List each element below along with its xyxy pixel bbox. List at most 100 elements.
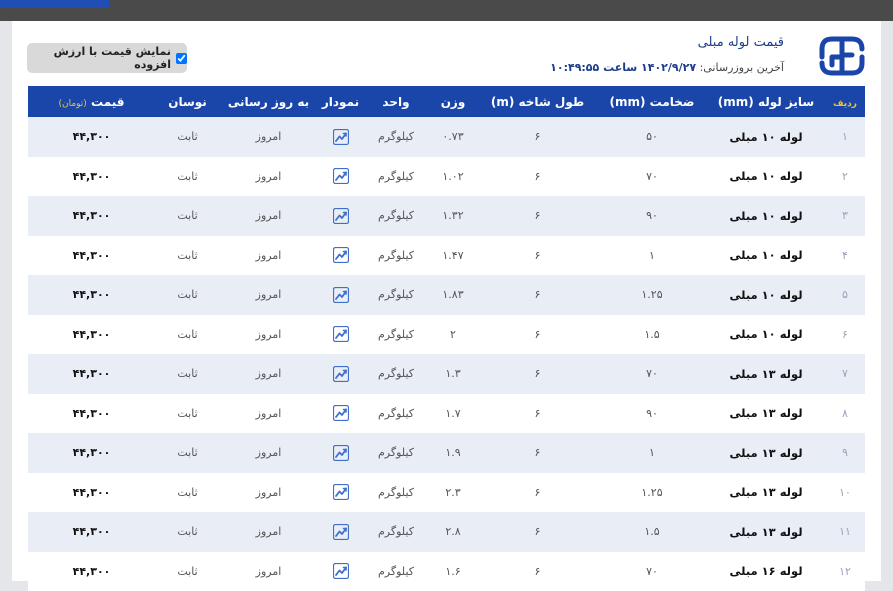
branch-length: ۶ (478, 552, 597, 591)
table-row: ۴لوله ۱۰ مبلی۱۶۱.۴۷کیلوگرمامروزثابت۴۴,۳۰… (28, 236, 865, 276)
header-price-unit: (تومان) (58, 99, 86, 109)
fluctuation: ثابت (155, 236, 220, 276)
branch-length: ۶ (478, 196, 597, 236)
row-number: ۹ (825, 433, 865, 473)
chart-cell[interactable] (317, 196, 364, 236)
chart-icon (333, 366, 349, 382)
weight: ۲.۸ (428, 512, 478, 552)
branch-length: ۶ (478, 157, 597, 197)
thickness: ۱ (597, 236, 707, 276)
table-row: ۹لوله ۱۳ مبلی۱۶۱.۹کیلوگرمامروزثابت۴۴,۳۰۰ (28, 433, 865, 473)
header-thickness: ضخامت (mm) (597, 86, 707, 117)
weight: ۱.۳ (428, 354, 478, 394)
weight: ۲ (428, 315, 478, 355)
price: ۴۴,۳۰۰ (28, 473, 155, 513)
chart-cell[interactable] (317, 473, 364, 513)
vat-toggle[interactable]: نمایش قیمت با ارزش افزوده (27, 43, 187, 73)
updated: امروز (220, 275, 317, 315)
header-price: قیمت (تومان) (28, 86, 155, 117)
top-nav-button[interactable] (0, 0, 109, 7)
updated: امروز (220, 552, 317, 591)
table-row: ۷لوله ۱۳ مبلی۷۰۶۱.۳کیلوگرمامروزثابت۴۴,۳۰… (28, 354, 865, 394)
price: ۴۴,۳۰۰ (28, 315, 155, 355)
unit: کیلوگرم (364, 315, 428, 355)
branch-length: ۶ (478, 236, 597, 276)
chart-cell[interactable] (317, 394, 364, 434)
pipe-size: لوله ۱۰ مبلی (707, 196, 825, 236)
branch-length: ۶ (478, 512, 597, 552)
row-number: ۳ (825, 196, 865, 236)
row-number: ۱۲ (825, 552, 865, 591)
weight: ۱.۴۷ (428, 236, 478, 276)
branch-length: ۶ (478, 117, 597, 157)
header-price-label: قیمت (91, 95, 125, 109)
updated: امروز (220, 394, 317, 434)
chart-cell[interactable] (317, 275, 364, 315)
chart-cell[interactable] (317, 315, 364, 355)
row-number: ۵ (825, 275, 865, 315)
pipe-size: لوله ۱۰ مبلی (707, 117, 825, 157)
fluctuation: ثابت (155, 354, 220, 394)
chart-icon (333, 208, 349, 224)
header-updated: به روز رسانی (220, 86, 317, 117)
header-weight: وزن (428, 86, 478, 117)
weight: ۱.۹ (428, 433, 478, 473)
unit: کیلوگرم (364, 512, 428, 552)
header-chart: نمودار (317, 86, 364, 117)
chart-icon (333, 247, 349, 263)
fluctuation: ثابت (155, 315, 220, 355)
table-row: ۱لوله ۱۰ مبلی۵۰۶۰.۷۳کیلوگرمامروزثابت۴۴,۳… (28, 117, 865, 157)
vat-checkbox[interactable] (176, 53, 187, 64)
thickness: ۱.۲۵ (597, 275, 707, 315)
branch-length: ۶ (478, 275, 597, 315)
updated: امروز (220, 433, 317, 473)
row-number: ۱ (825, 117, 865, 157)
row-number: ۱۱ (825, 512, 865, 552)
price-table-card: قیمت لوله مبلی آخرین بروزرسانی: ۱۴۰۲/۹/۲… (12, 21, 881, 581)
pipe-size: لوله ۱۶ مبلی (707, 552, 825, 591)
updated: امروز (220, 315, 317, 355)
updated: امروز (220, 157, 317, 197)
price: ۴۴,۳۰۰ (28, 354, 155, 394)
weight: ۱.۶ (428, 552, 478, 591)
chart-icon (333, 168, 349, 184)
chart-cell[interactable] (317, 117, 364, 157)
weight: ۱.۳۲ (428, 196, 478, 236)
price: ۴۴,۳۰۰ (28, 117, 155, 157)
thickness: ۱ (597, 433, 707, 473)
updated: امروز (220, 473, 317, 513)
table-row: ۱۱لوله ۱۳ مبلی۱.۵۶۲.۸کیلوگرمامروزثابت۴۴,… (28, 512, 865, 552)
fluctuation: ثابت (155, 157, 220, 197)
thickness: ۹۰ (597, 196, 707, 236)
thickness: ۷۰ (597, 552, 707, 591)
unit: کیلوگرم (364, 473, 428, 513)
weight: ۰.۷۳ (428, 117, 478, 157)
row-number: ۷ (825, 354, 865, 394)
thickness: ۹۰ (597, 394, 707, 434)
updated: امروز (220, 236, 317, 276)
thickness: ۷۰ (597, 354, 707, 394)
pipe-size: لوله ۱۳ مبلی (707, 473, 825, 513)
last-update: آخرین بروزرسانی: ۱۴۰۲/۹/۲۷ ساعت ۱۰:۴۹:۵۵ (550, 61, 784, 74)
unit: کیلوگرم (364, 354, 428, 394)
chart-cell[interactable] (317, 512, 364, 552)
last-update-label: آخرین بروزرسانی: (700, 61, 784, 74)
chart-cell[interactable] (317, 552, 364, 591)
updated: امروز (220, 354, 317, 394)
chart-cell[interactable] (317, 157, 364, 197)
unit: کیلوگرم (364, 433, 428, 473)
chart-cell[interactable] (317, 236, 364, 276)
chart-cell[interactable] (317, 433, 364, 473)
table-header-row: ردیف سایز لوله (mm) ضخامت (mm) طول شاخه … (28, 86, 865, 117)
vat-checkbox-label: نمایش قیمت با ارزش افزوده (27, 45, 171, 71)
table-row: ۳لوله ۱۰ مبلی۹۰۶۱.۳۲کیلوگرمامروزثابت۴۴,۳… (28, 196, 865, 236)
weight: ۲.۳ (428, 473, 478, 513)
top-navigation-bar (0, 0, 893, 21)
price: ۴۴,۳۰۰ (28, 552, 155, 591)
row-number: ۶ (825, 315, 865, 355)
weight: ۱.۸۳ (428, 275, 478, 315)
chart-cell[interactable] (317, 354, 364, 394)
unit: کیلوگرم (364, 196, 428, 236)
header-unit: واحد (364, 86, 428, 117)
header-size: سایز لوله (mm) (707, 86, 825, 117)
